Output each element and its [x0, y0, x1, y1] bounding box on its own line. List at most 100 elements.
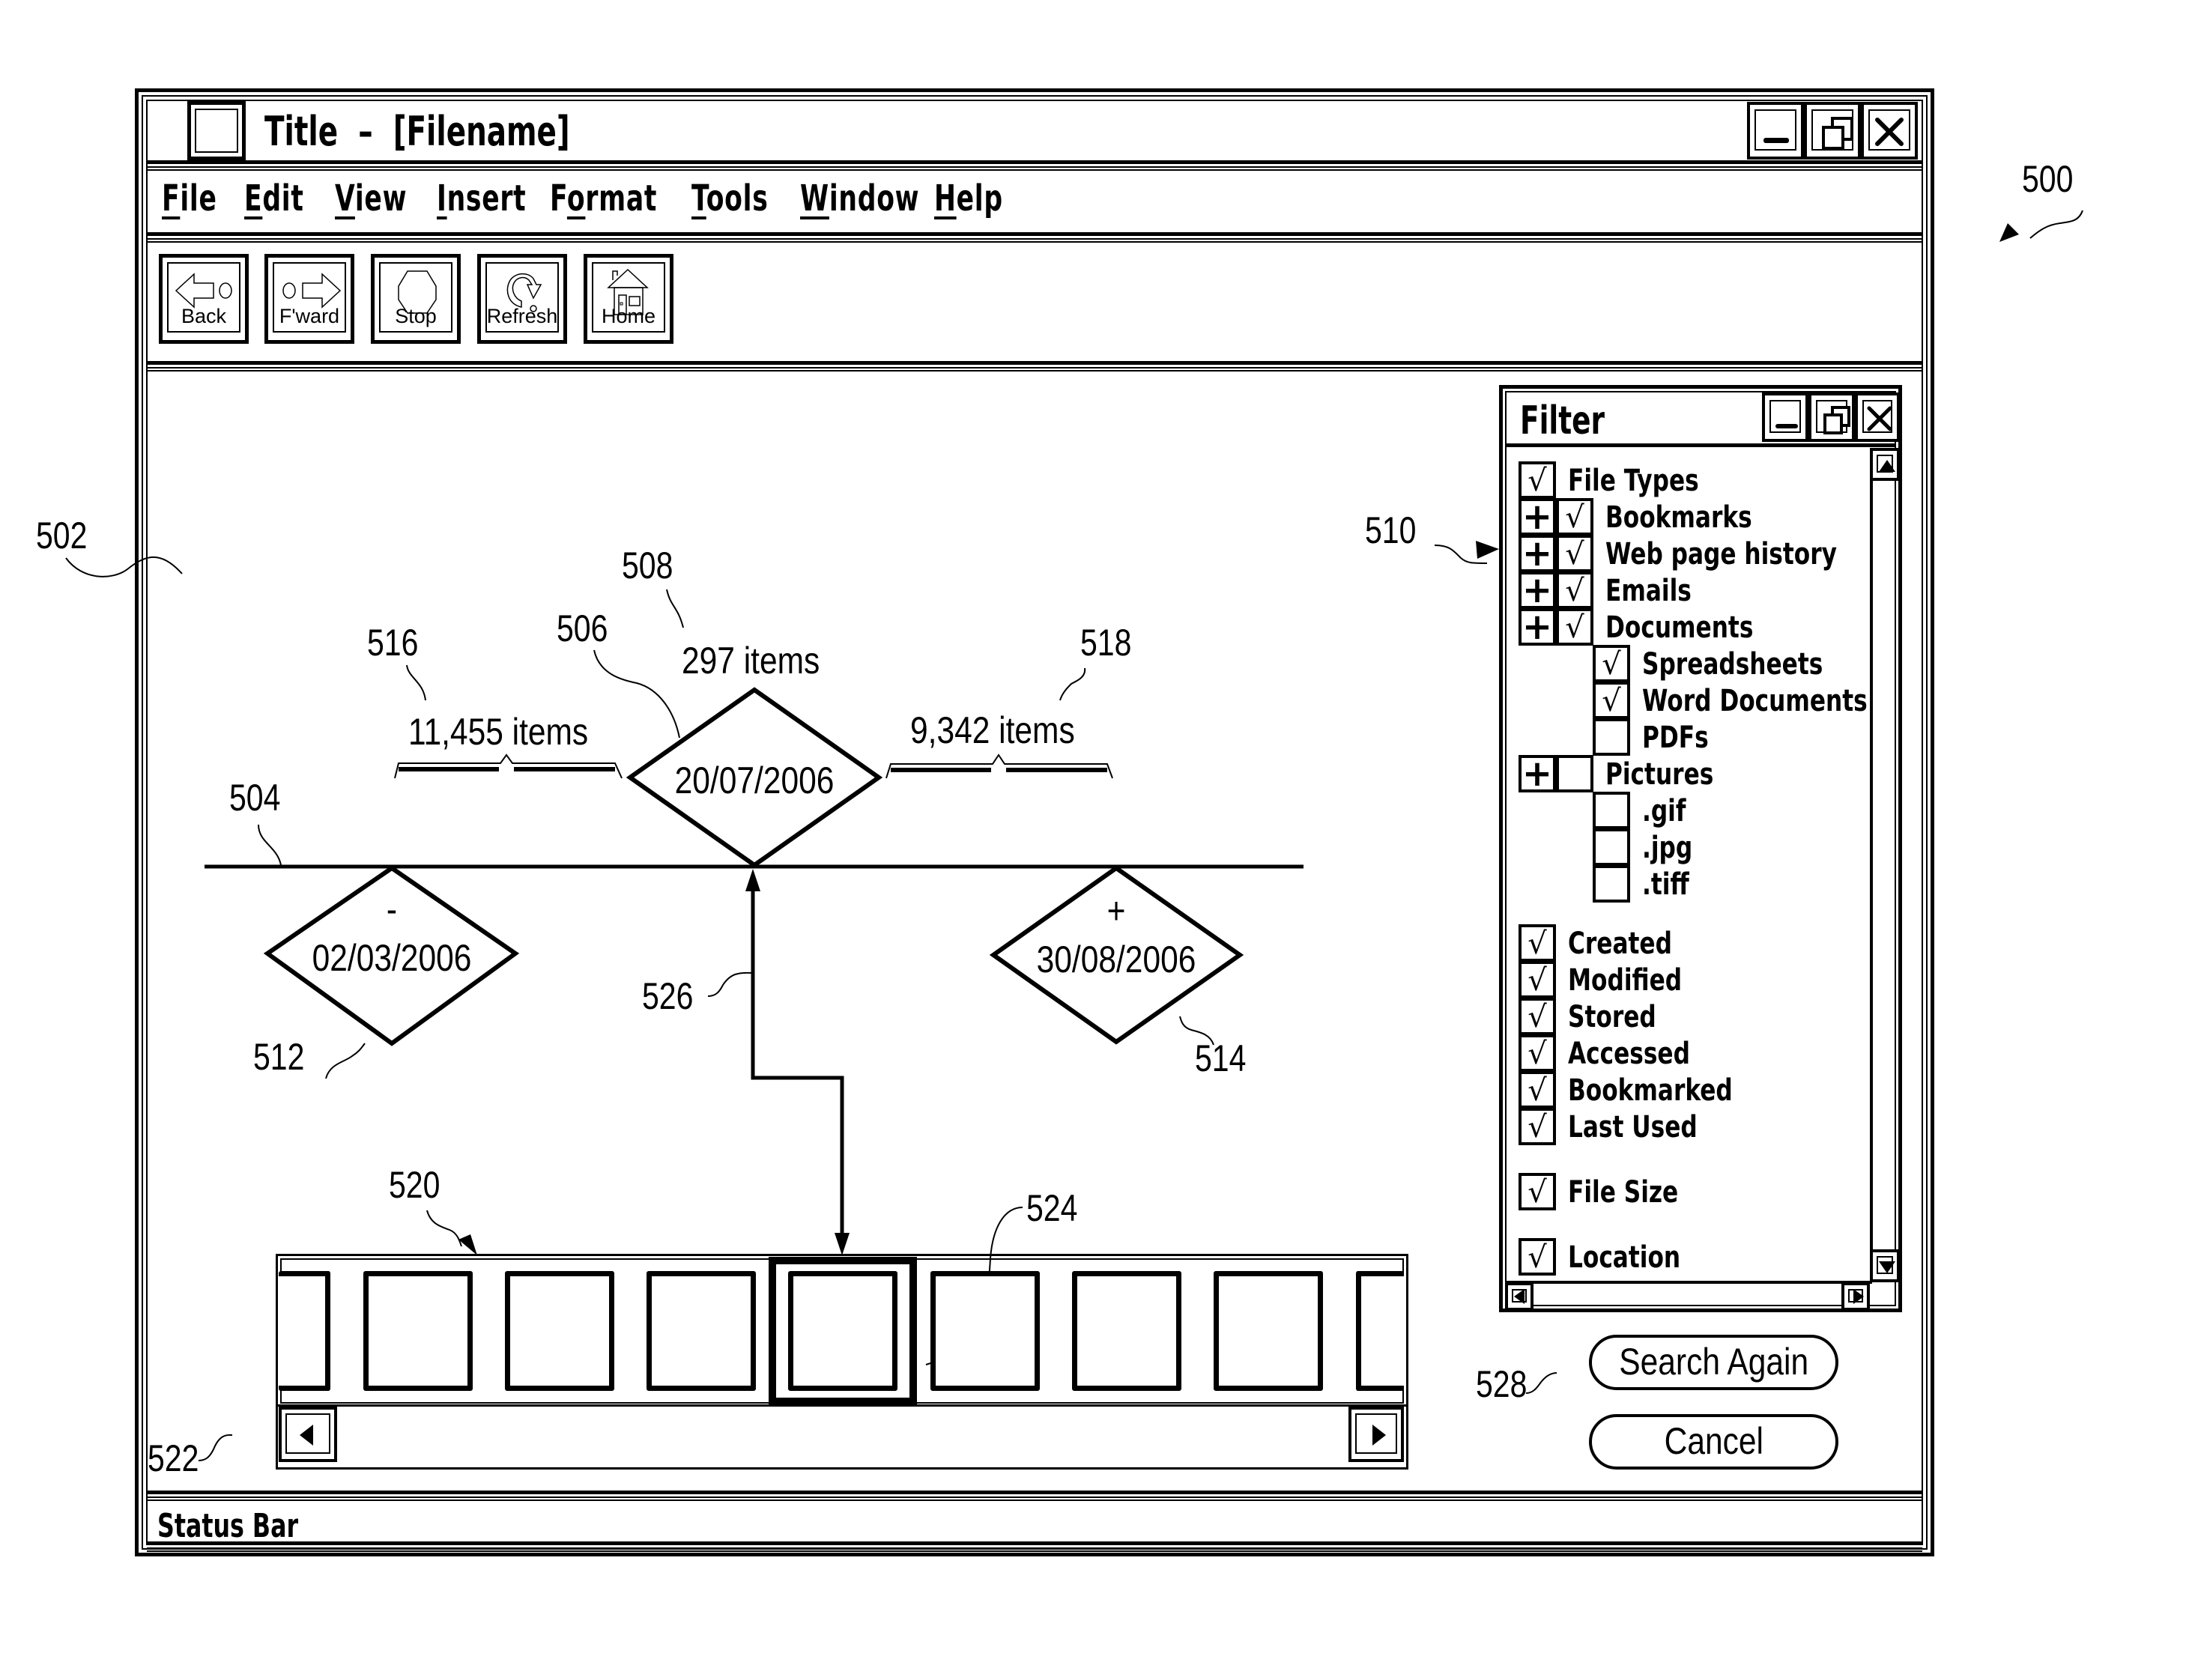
filter-pointer-arrowhead [1476, 541, 1499, 559]
file-size-checkbox[interactable]: √ [1519, 1173, 1556, 1210]
ref-label-514: 514 [1195, 1037, 1247, 1079]
filter-checkbox[interactable]: √ [1556, 498, 1593, 536]
date-option-checkbox[interactable]: √ [1519, 1108, 1556, 1145]
thumbnail[interactable] [647, 1271, 756, 1391]
scroll-left-icon [300, 1425, 313, 1446]
selection-link-arrow [745, 869, 850, 1255]
restore-icon [1823, 406, 1850, 434]
after-range-brace [885, 753, 1113, 779]
filter-close-button[interactable] [1855, 392, 1900, 442]
filter-item-label: .gif [1642, 794, 1686, 828]
filter-checkbox[interactable]: √ [1593, 645, 1630, 682]
filter-scroll-right-button[interactable] [1841, 1282, 1870, 1311]
expand-toggle-icon[interactable]: + [1519, 535, 1556, 572]
filter-checkbox[interactable] [1593, 828, 1630, 866]
filter-minimize-button[interactable] [1762, 392, 1808, 442]
thumbnail[interactable] [930, 1271, 1040, 1391]
date-option-label: Stored [1568, 1000, 1656, 1034]
filter-checkbox[interactable]: √ [1556, 535, 1593, 572]
ref-label-516: 516 [367, 622, 419, 664]
thumbnail-partial-right[interactable] [1356, 1271, 1404, 1391]
thumbnail-partial-left[interactable] [279, 1271, 330, 1391]
location-checkbox[interactable]: √ [1519, 1238, 1556, 1276]
thumbnail[interactable] [505, 1271, 614, 1391]
filmstrip-scroll-left-button[interactable] [279, 1407, 337, 1462]
previous-symbol: - [386, 888, 398, 930]
expand-toggle-icon[interactable]: + [1519, 498, 1556, 536]
location-label: Location [1568, 1240, 1681, 1275]
expand-toggle-icon[interactable]: + [1519, 608, 1556, 646]
filter-checkbox[interactable] [1593, 718, 1630, 756]
status-bar: Status Bar [147, 1501, 1922, 1545]
ref-label-508: 508 [622, 545, 673, 586]
filter-checkbox[interactable]: √ [1556, 608, 1593, 646]
filter-restore-button[interactable] [1808, 392, 1855, 442]
scroll-down-icon [1879, 1261, 1895, 1273]
filter-vertical-scrollbar[interactable] [1870, 448, 1900, 1282]
filter-checkbox[interactable]: √ [1556, 571, 1593, 609]
filter-scroll-up-button[interactable] [1870, 448, 1900, 481]
previous-date-label: 02/03/2006 [312, 937, 472, 979]
ref-label-520: 520 [389, 1164, 440, 1206]
filter-scroll-left-button[interactable] [1505, 1282, 1533, 1311]
filter-item-label: Web page history [1605, 537, 1837, 571]
window-pointer-arrowhead [1999, 223, 2019, 242]
filter-checkbox[interactable] [1556, 755, 1593, 792]
next-symbol: + [1106, 890, 1126, 932]
ref-label-512: 512 [253, 1036, 305, 1078]
scroll-left-icon [1514, 1289, 1525, 1304]
next-date-label: 30/08/2006 [1036, 938, 1196, 980]
filter-checkbox[interactable]: √ [1519, 461, 1556, 499]
filter-checkbox[interactable]: √ [1593, 682, 1630, 719]
filmstrip-scroll-track[interactable] [337, 1408, 1348, 1461]
filter-item-label: .jpg [1642, 831, 1693, 865]
current-item-count: 297 items [682, 640, 820, 682]
minimize-icon [1775, 424, 1798, 428]
selected-thumbnail[interactable] [788, 1271, 897, 1391]
filmstrip-scroll-right-button[interactable] [1348, 1407, 1404, 1462]
filter-checkbox[interactable] [1593, 865, 1630, 903]
date-option-label: Last Used [1568, 1110, 1698, 1144]
filter-item-label: Emails [1605, 574, 1692, 608]
expand-toggle-icon[interactable]: + [1519, 571, 1556, 609]
date-option-checkbox[interactable]: √ [1519, 1034, 1556, 1072]
date-option-checkbox[interactable]: √ [1519, 1071, 1556, 1109]
date-option-label: Created [1568, 927, 1672, 961]
filter-scroll-down-button[interactable] [1870, 1249, 1900, 1282]
before-range-brace [394, 753, 623, 779]
filter-item-label: Spreadsheets [1642, 647, 1823, 682]
ref-label-510: 510 [1365, 509, 1417, 551]
scroll-right-icon [1853, 1289, 1864, 1304]
file-size-label: File Size [1568, 1175, 1679, 1210]
expand-toggle-icon[interactable]: + [1519, 755, 1556, 792]
status-text: Status Bar [157, 1507, 299, 1545]
ref-label-518: 518 [1080, 622, 1132, 664]
after-item-count: 9,342 items [910, 709, 1075, 751]
filter-item-label: Bookmarks [1605, 500, 1752, 535]
filter-item-label: Documents [1605, 610, 1754, 645]
current-date-label: 20/07/2006 [674, 759, 835, 801]
cancel-button[interactable]: Cancel [1589, 1414, 1838, 1470]
status-divider [147, 1491, 1922, 1501]
scroll-up-icon [1879, 460, 1895, 472]
thumbnail[interactable] [1214, 1271, 1323, 1391]
filter-horizontal-scrollbar[interactable] [1505, 1281, 1872, 1311]
date-option-checkbox[interactable]: √ [1519, 961, 1556, 998]
ref-label-526: 526 [642, 975, 694, 1017]
date-option-label: Modified [1568, 963, 1683, 998]
filter-item-label: Pictures [1605, 757, 1714, 792]
date-option-label: Accessed [1568, 1037, 1690, 1071]
filter-checkbox[interactable] [1593, 792, 1630, 829]
date-option-checkbox[interactable]: √ [1519, 998, 1556, 1035]
before-item-count: 11,455 items [408, 711, 589, 753]
date-option-checkbox[interactable]: √ [1519, 924, 1556, 962]
thumbnail[interactable] [363, 1271, 473, 1391]
ref-label-500: 500 [2022, 158, 2074, 200]
ref-label-502: 502 [36, 515, 88, 557]
close-icon [1867, 406, 1892, 431]
scroll-right-icon [1372, 1425, 1386, 1446]
ref-label-522: 522 [148, 1437, 199, 1479]
thumbnail[interactable] [1072, 1271, 1181, 1391]
date-option-label: Bookmarked [1568, 1073, 1733, 1108]
search-again-button[interactable]: Search Again [1589, 1335, 1838, 1390]
